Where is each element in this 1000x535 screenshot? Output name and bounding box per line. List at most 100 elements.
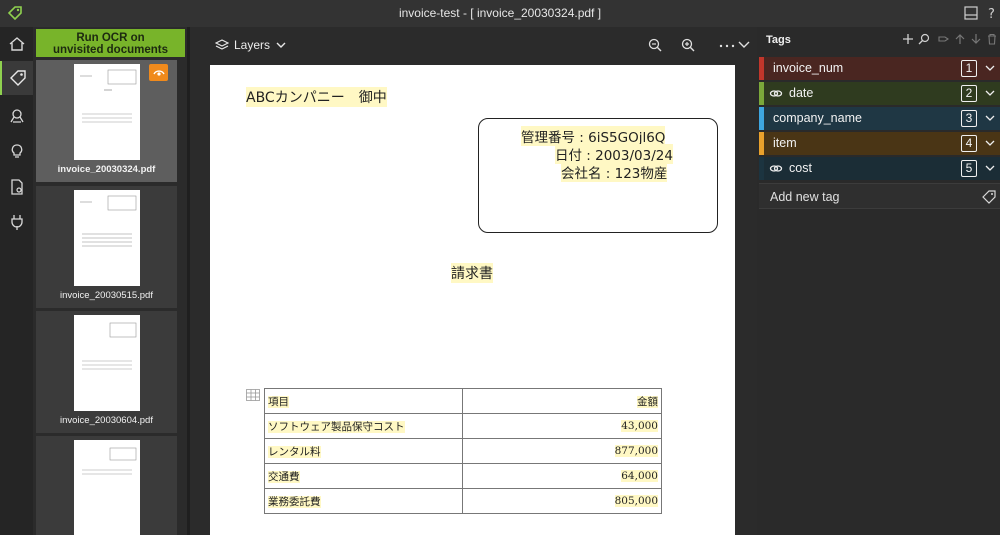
search-tags-icon[interactable]: [918, 33, 930, 45]
thumbnail-page: [74, 440, 140, 535]
document-area: Layers ABCカンパニー 御中 管理番号 : 6iS5GOjl6Q 日付 …: [190, 27, 757, 535]
tag-label: invoice_num: [773, 61, 844, 75]
tags-panel: Tags invoice_num 1 date 2 company_name 3…: [757, 27, 1000, 535]
link-icon: [769, 165, 783, 172]
tags-header: Tags: [766, 34, 791, 46]
table-cell-item[interactable]: 業務委託費: [263, 488, 464, 514]
tag-hotkey-badge: 5: [961, 160, 977, 177]
table-cell-amount[interactable]: 805,000: [462, 488, 662, 514]
insights-button[interactable]: [0, 134, 33, 168]
delete-icon[interactable]: [986, 33, 998, 45]
activity-bar: [0, 27, 33, 535]
tag-label: cost: [789, 161, 812, 175]
lightbulb-icon: [11, 144, 22, 158]
visited-badge: [149, 64, 168, 81]
add-tag-icon[interactable]: [902, 33, 914, 45]
thumbnail-filename: invoice_20030515.pdf: [60, 290, 153, 301]
chevron-down-icon[interactable]: [984, 162, 996, 174]
tag-hotkey-badge: 4: [961, 135, 977, 152]
plug-icon: [10, 215, 23, 230]
chevron-down-icon[interactable]: [736, 37, 752, 53]
thumbnail-invoice-20030324[interactable]: invoice_20030324.pdf: [36, 60, 177, 182]
document-toolbar: Layers: [190, 27, 757, 63]
chevron-down-icon[interactable]: [984, 87, 996, 99]
table-row: ソフトウェア製品保守コスト 43,000: [263, 413, 662, 439]
table-cell-item[interactable]: ソフトウェア製品保守コスト: [263, 413, 464, 439]
eye-icon: [152, 69, 165, 76]
tag-row-cost[interactable]: cost 5: [759, 157, 1000, 180]
table-cell-amount[interactable]: 877,000: [462, 438, 662, 464]
chevron-down-icon[interactable]: [984, 62, 996, 74]
table-cell-item[interactable]: レンタル料: [263, 438, 464, 464]
svg-text:?: ?: [988, 7, 995, 21]
chevron-down-icon[interactable]: [984, 137, 996, 149]
add-new-tag-input[interactable]: Add new tag: [759, 183, 1000, 209]
model-icon: [9, 109, 24, 123]
link-icon: [769, 90, 783, 97]
table-cell-item[interactable]: 交通費: [263, 463, 464, 489]
tag-editor-button[interactable]: [0, 61, 33, 95]
thumbnail-invoice-20030515[interactable]: invoice_20030515.pdf: [36, 186, 177, 308]
layers-label: Layers: [234, 38, 271, 52]
chevron-down-icon: [276, 42, 286, 48]
run-ocr-button[interactable]: Run OCR on unvisited documents: [36, 29, 185, 57]
document-settings-icon: [10, 179, 23, 195]
table-row: レンタル料 877,000: [263, 438, 662, 464]
table-header-amount[interactable]: 金額: [462, 388, 662, 414]
tag-action-icon[interactable]: [938, 33, 950, 45]
tag-color-swatch: [759, 107, 764, 130]
window-title: invoice-test - [ invoice_20030324.pdf ]: [398, 6, 602, 20]
chevron-down-icon[interactable]: [984, 112, 996, 124]
table-header-row: 項目 金額: [263, 388, 662, 414]
document-title[interactable]: 請求書: [451, 263, 493, 283]
arrow-up-icon[interactable]: [954, 33, 966, 45]
thumbnail-next[interactable]: [36, 436, 177, 535]
home-icon: [9, 37, 24, 51]
tag-label: date: [789, 86, 814, 100]
tag-row-item[interactable]: item 4: [759, 132, 1000, 155]
tag-color-swatch: [759, 132, 764, 155]
table-icon[interactable]: [246, 389, 260, 401]
help-icon[interactable]: ?: [984, 5, 1000, 21]
invoice-table: 項目 金額 ソフトウェア製品保守コスト 43,000 レンタル料 877,000…: [263, 388, 662, 514]
tag-icon[interactable]: [982, 190, 996, 204]
thumbnail-page: [74, 315, 140, 411]
thumbnail-filename: invoice_20030324.pdf: [57, 164, 156, 175]
layers-dropdown[interactable]: Layers: [215, 38, 287, 52]
connections-button[interactable]: [0, 205, 33, 239]
home-button[interactable]: [0, 27, 33, 61]
zoom-out-icon[interactable]: [647, 37, 663, 53]
table-cell-amount[interactable]: 43,000: [462, 413, 662, 439]
addressee-text[interactable]: ABCカンパニー 御中: [246, 87, 387, 107]
settings-button[interactable]: [0, 170, 33, 204]
tag-row-invoice-num[interactable]: invoice_num 1: [759, 57, 1000, 80]
table-cell-amount[interactable]: 64,000: [462, 463, 662, 489]
thumbnail-page: [74, 64, 140, 160]
thumbnail-invoice-20030604[interactable]: invoice_20030604.pdf: [36, 311, 177, 433]
tag-row-date[interactable]: date 2: [759, 82, 1000, 105]
company-text[interactable]: 会社名 : 123物産: [561, 162, 668, 182]
management-number-text[interactable]: 管理番号 : 6iS5GOjl6Q: [521, 126, 666, 146]
zoom-in-icon[interactable]: [680, 37, 696, 53]
pdf-page: ABCカンパニー 御中 管理番号 : 6iS5GOjl6Q 日付 : 2003/…: [210, 65, 735, 535]
tag-icon: [9, 70, 26, 86]
date-text[interactable]: 日付 : 2003/03/24: [555, 144, 673, 164]
tag-color-swatch: [759, 157, 764, 180]
tag-hotkey-badge: 3: [961, 110, 977, 127]
tag-color-swatch: [759, 82, 764, 105]
tag-hotkey-badge: 1: [961, 60, 977, 77]
thumbnail-panel: Run OCR on unvisited documents invoice_2…: [33, 27, 187, 535]
panel-toggle-icon[interactable]: [963, 5, 979, 21]
table-header-item[interactable]: 項目: [263, 388, 464, 414]
arrow-down-icon[interactable]: [970, 33, 982, 45]
thumbnail-filename: invoice_20030604.pdf: [60, 415, 153, 426]
tag-label: company_name: [773, 111, 862, 125]
model-button[interactable]: [0, 99, 33, 133]
tag-color-swatch: [759, 57, 764, 80]
title-bar: invoice-test - [ invoice_20030324.pdf ] …: [0, 0, 1000, 27]
tag-row-company-name[interactable]: company_name 3: [759, 107, 1000, 130]
layers-icon: [215, 39, 229, 50]
tag-label: item: [773, 136, 797, 150]
table-row: 業務委託費 805,000: [263, 488, 662, 514]
more-options-icon[interactable]: [717, 37, 737, 53]
